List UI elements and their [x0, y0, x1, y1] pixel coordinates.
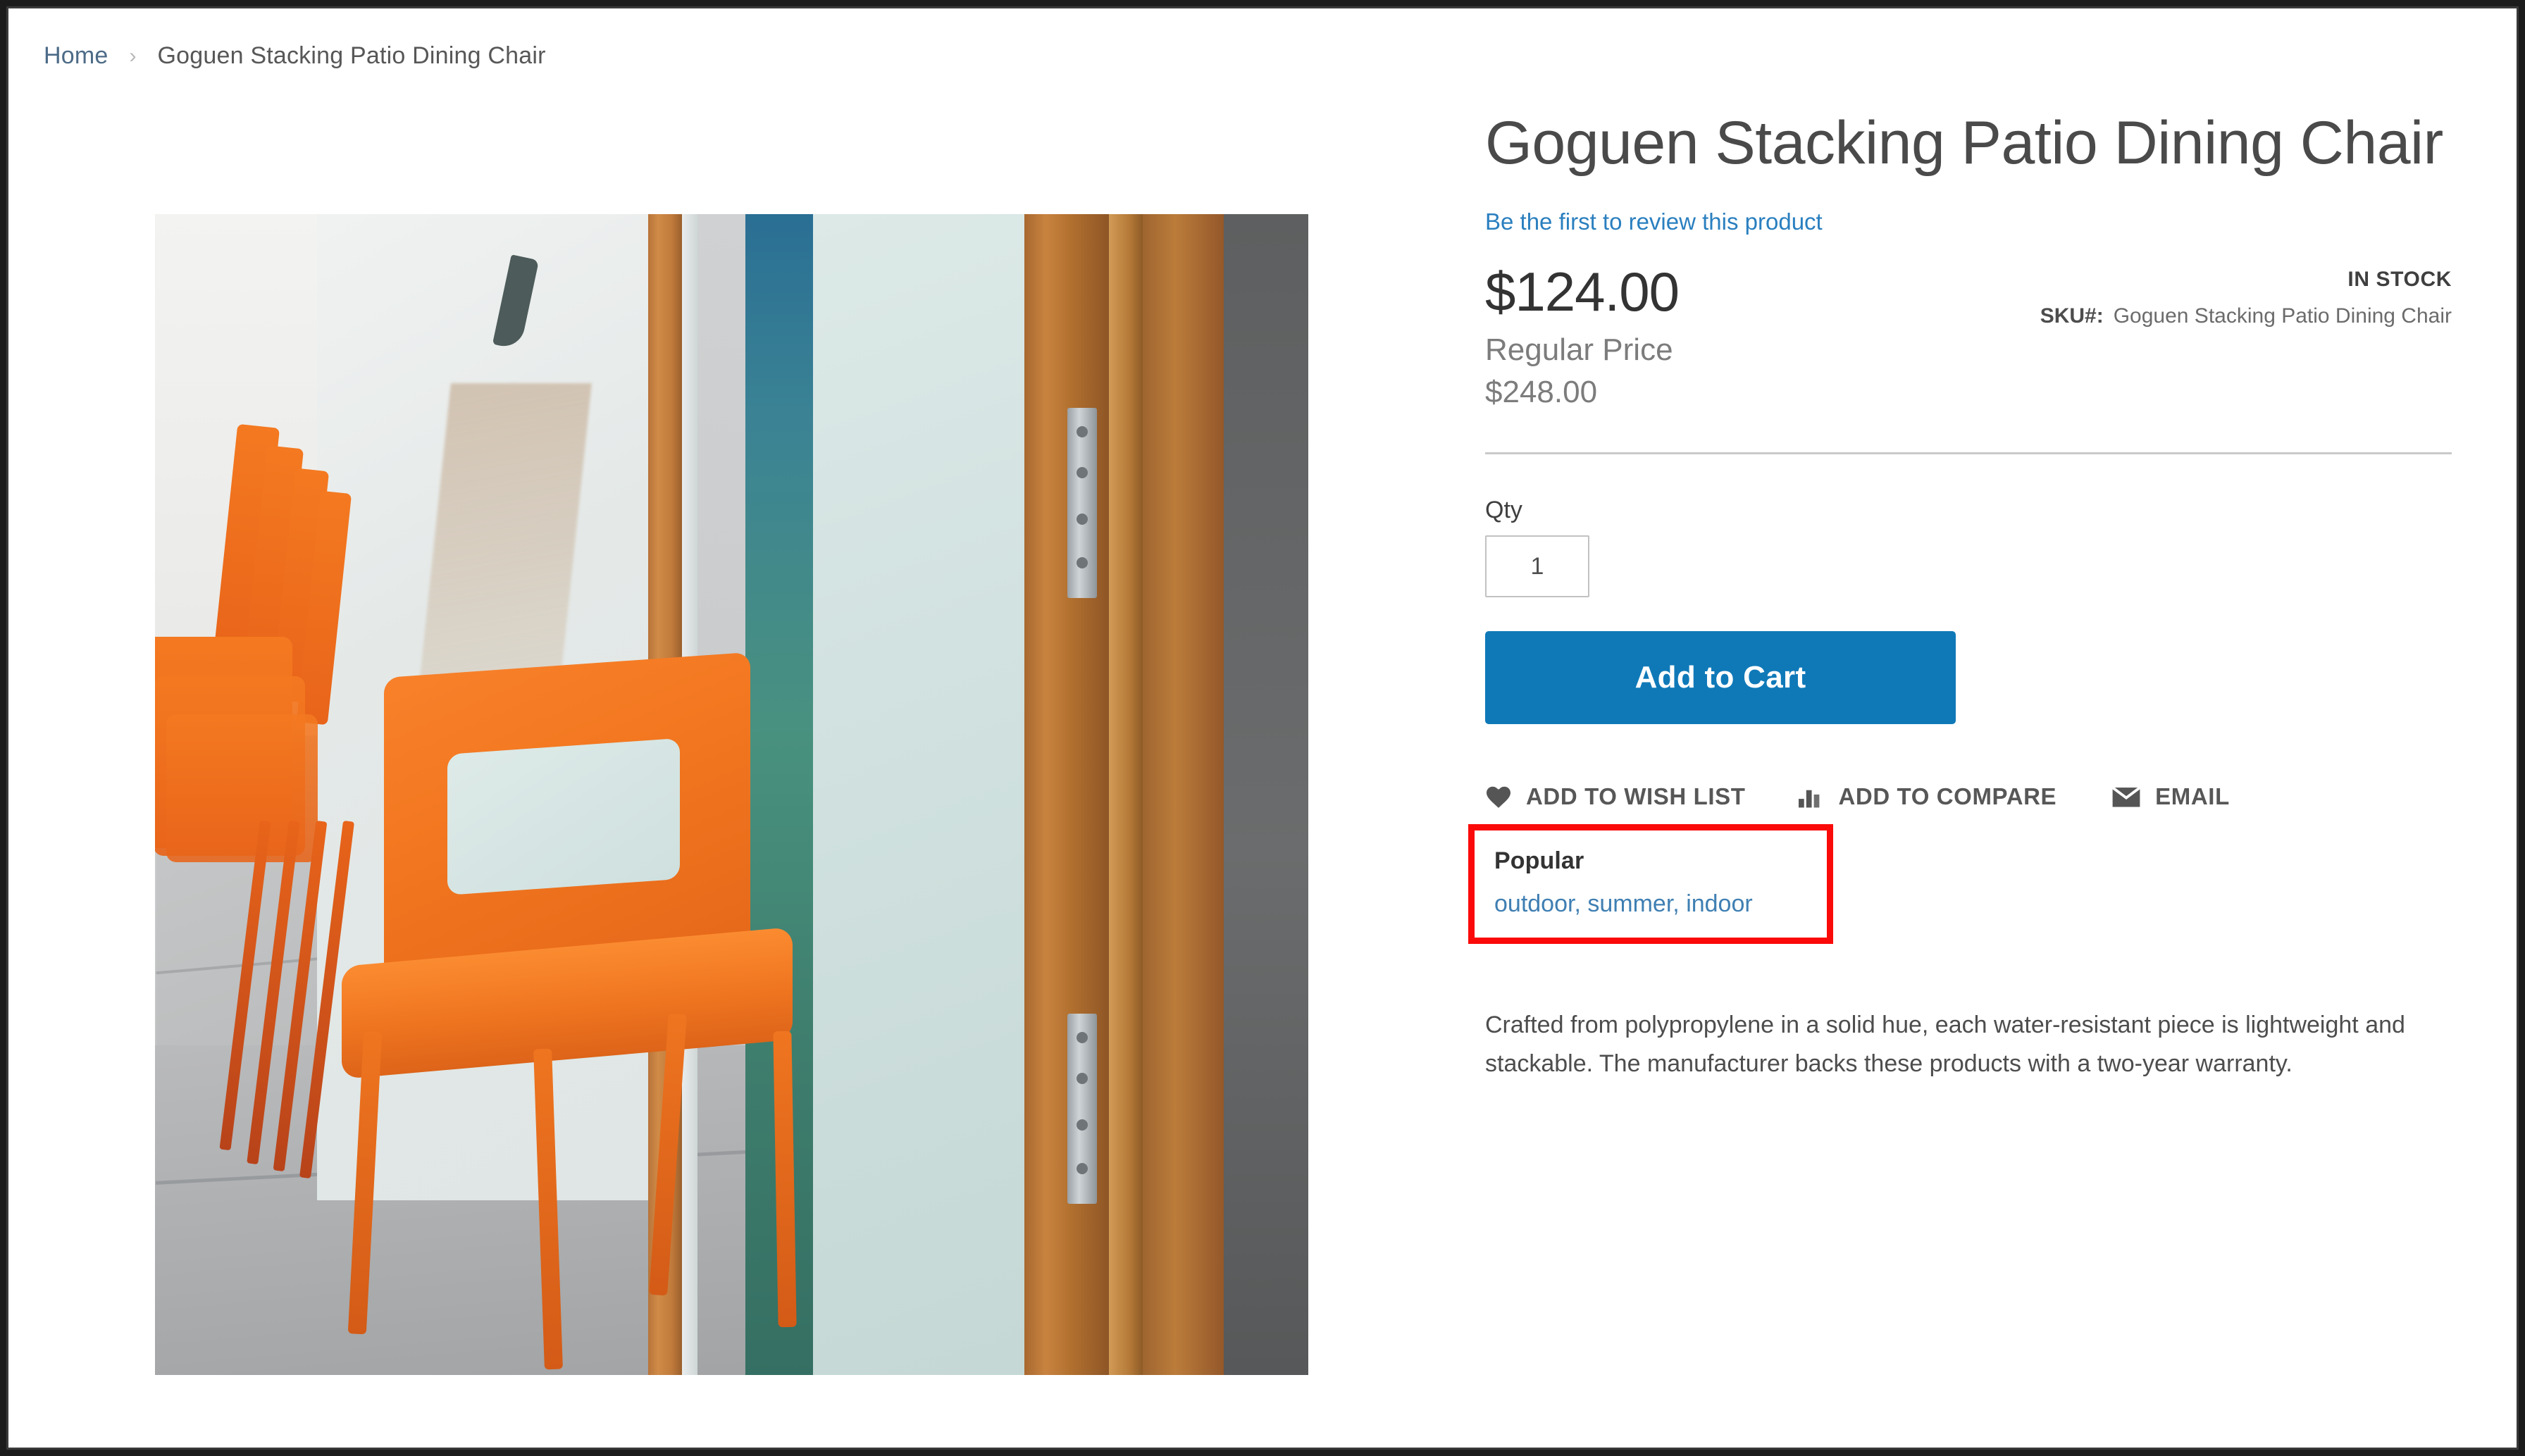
photo-door-mullion-4: [1143, 214, 1224, 1375]
product-main-image[interactable]: [155, 214, 1308, 1375]
breadcrumb-home-link[interactable]: Home: [44, 42, 108, 70]
product-description: Crafted from polypropylene in a solid hu…: [1485, 1012, 2405, 1078]
popular-tags-heading: Popular: [1494, 847, 1584, 875]
breadcrumb-separator-icon: ›: [129, 44, 137, 68]
sku-value: Goguen Stacking Patio Dining Chair: [2113, 304, 2452, 328]
write-review-link[interactable]: Be the first to review this product: [1485, 209, 1823, 235]
heart-icon: [1485, 785, 1512, 809]
product-image-gallery[interactable]: [155, 214, 1308, 1375]
browser-page-frame: Home › Goguen Stacking Patio Dining Chai…: [6, 6, 2519, 1450]
tag-link-indoor[interactable]: indoor: [1686, 890, 1753, 917]
bar-chart-icon: [1797, 785, 1824, 809]
photo-door-hinge-bottom: [1067, 1014, 1097, 1204]
breadcrumb-current-page: Goguen Stacking Patio Dining Chair: [157, 42, 546, 69]
popular-tags-highlighted: Popular outdoor, summer, indoor: [1468, 824, 1833, 945]
stock-and-sku: IN STOCK SKU#: Goguen Stacking Patio Dini…: [2040, 268, 2452, 328]
price-block: $124.00 Regular Price $248.00 IN STOCK S…: [1485, 262, 2452, 438]
tag-link-summer[interactable]: summer: [1587, 890, 1673, 917]
envelope-icon: [2111, 785, 2141, 809]
quantity-input[interactable]: [1485, 535, 1589, 598]
status-badge-stock: IN STOCK: [2347, 268, 2452, 292]
sku-row: SKU#: Goguen Stacking Patio Dining Chair: [2040, 304, 2452, 328]
photo-chair-back: [384, 652, 750, 981]
product-info-main: Goguen Stacking Patio Dining Chair Be th…: [1468, 107, 2452, 1083]
photo-door-mullion-3: [1109, 214, 1143, 1375]
regular-price-label: Regular Price: [1485, 332, 1673, 368]
product-price-old: $248.00: [1485, 375, 1598, 410]
add-to-wishlist-label: ADD TO WISH LIST: [1526, 783, 1746, 810]
email-link[interactable]: EMAIL: [2111, 783, 2230, 810]
photo-chair-cutout: [447, 738, 680, 895]
photo-wall-right: [1224, 214, 1308, 1375]
photo-door-hinge-top: [1067, 408, 1097, 598]
email-label: EMAIL: [2155, 783, 2230, 810]
section-divider: [1485, 452, 2452, 455]
photo-foreground-chair: [328, 652, 849, 1375]
add-to-compare-label: ADD TO COMPARE: [1838, 783, 2057, 810]
qty-label: Qty: [1485, 497, 1522, 524]
add-to-compare-link[interactable]: ADD TO COMPARE: [1797, 783, 2056, 810]
popular-tags-list: outdoor, summer, indoor: [1494, 890, 1753, 918]
add-to-cart-button[interactable]: Add to Cart: [1485, 631, 1956, 725]
breadcrumb: Home › Goguen Stacking Patio Dining Chai…: [44, 42, 546, 70]
photo-glass-reflection: [492, 254, 540, 350]
sku-label: SKU#:: [2040, 304, 2104, 328]
tag-link-outdoor[interactable]: outdoor: [1494, 890, 1574, 917]
add-to-wishlist-link[interactable]: ADD TO WISH LIST: [1485, 783, 1745, 810]
page-title: Goguen Stacking Patio Dining Chair: [1485, 109, 2443, 177]
product-social-links: ADD TO WISH LIST ADD TO COMPARE EMAIL: [1485, 783, 2452, 810]
